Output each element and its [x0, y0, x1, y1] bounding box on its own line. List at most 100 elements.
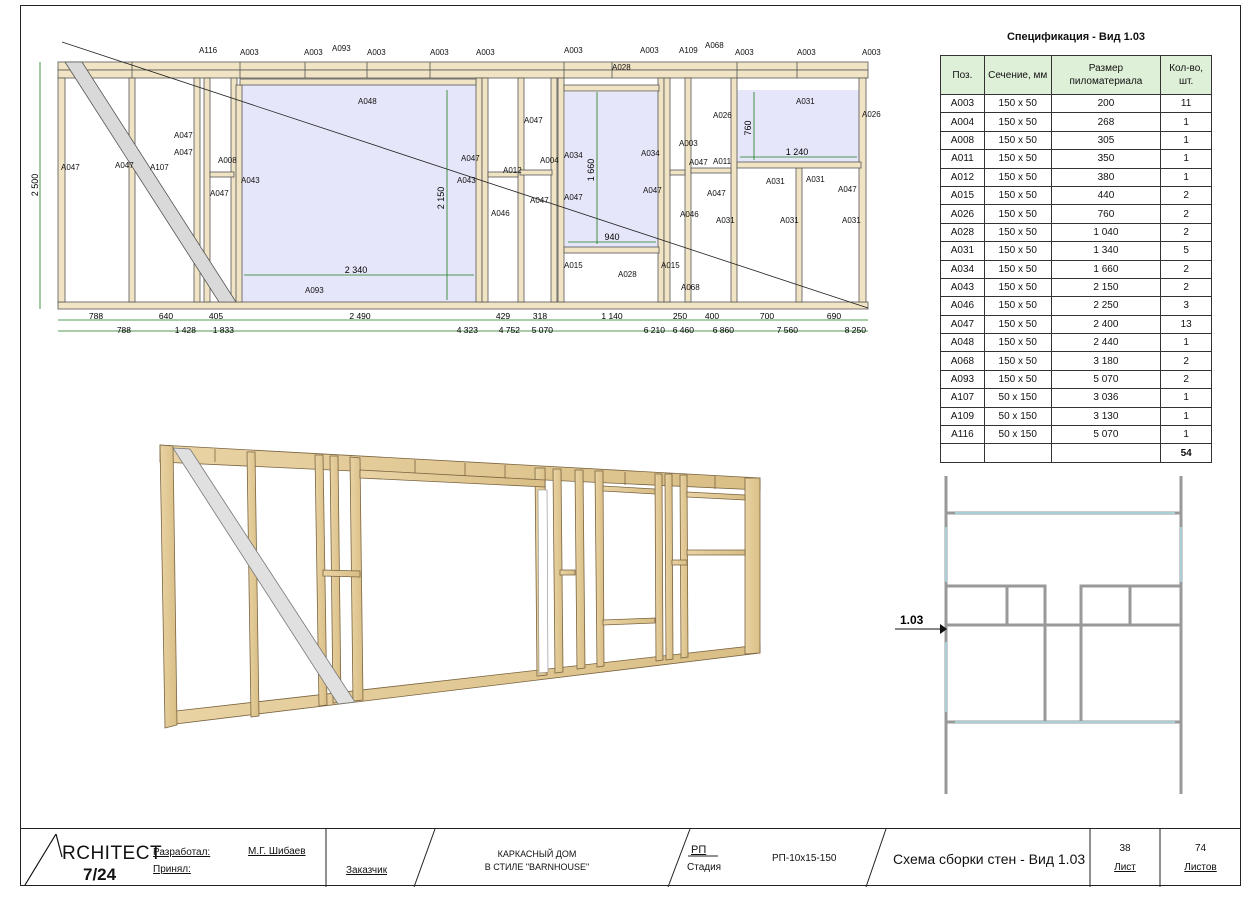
- spec-cell: 150 x 50: [983, 277, 1052, 298]
- dim-width-940: 940: [604, 232, 619, 242]
- spec-row: A109 50 x 150 3 130 1: [940, 406, 1212, 427]
- pos-label: A003: [240, 48, 259, 57]
- spec-row: A031 150 x 50 1 340 5: [940, 241, 1212, 261]
- dim-height-2150: 2 150: [436, 187, 446, 210]
- spec-cell: 1: [1160, 167, 1212, 187]
- spec-cell: 150 x 50: [983, 204, 1052, 224]
- pos-label: A047: [689, 158, 708, 167]
- pos-label: A048: [358, 97, 377, 106]
- pos-label: A011: [713, 157, 732, 166]
- pos-label: A047: [838, 185, 857, 194]
- spec-total-row: 54: [940, 443, 1212, 463]
- spec-row: A107 50 x 150 3 036 1: [940, 388, 1212, 408]
- pos-label: A004: [540, 156, 559, 165]
- pos-label: A116: [199, 46, 218, 55]
- seg-dim: 250: [673, 311, 687, 321]
- spec-cell: A008: [940, 130, 985, 151]
- pos-label: A031: [842, 216, 861, 225]
- pos-label: A047: [174, 148, 193, 157]
- spec-cell: A068: [940, 351, 985, 371]
- spec-cell: A015: [940, 185, 985, 206]
- spec-cell: A109: [940, 406, 985, 427]
- spec-cell: 268: [1050, 112, 1162, 132]
- seg-dim: 788: [89, 311, 103, 321]
- seg-dim: 1 140: [601, 311, 623, 321]
- spec-row: A015 150 x 50 440 2: [940, 185, 1212, 206]
- pos-label: A003: [735, 48, 754, 57]
- spec-cell: A011: [940, 149, 985, 169]
- spec-row: A048 150 x 50 2 440 1: [940, 333, 1212, 353]
- pos-label: A068: [681, 283, 700, 292]
- spec-cell: A003: [940, 93, 985, 114]
- spec-cell: A043: [940, 277, 985, 298]
- pos-label: A012: [503, 166, 522, 175]
- spec-total: 54: [1160, 443, 1212, 463]
- spec-cell: A047: [940, 314, 985, 335]
- pos-label: A047: [707, 189, 726, 198]
- cum-dim: 4 323: [457, 325, 479, 335]
- pos-label: A043: [457, 176, 476, 185]
- pos-label: A093: [305, 286, 324, 295]
- pos-label: A107: [150, 163, 169, 172]
- spec-cell: A026: [940, 204, 985, 224]
- pos-label: A068: [705, 41, 724, 50]
- spec-row: A028 150 x 50 1 040 2: [940, 222, 1212, 243]
- pos-label: A026: [713, 111, 732, 120]
- pos-label: A003: [430, 48, 449, 57]
- project-line1: КАРКАСНЫЙ ДОМ: [497, 849, 577, 859]
- spec-cell-empty: [940, 443, 985, 463]
- pos-label: A003: [564, 46, 583, 55]
- cum-dim: 6 210: [644, 325, 666, 335]
- pos-label: A031: [806, 175, 825, 184]
- spec-row: A004 150 x 50 268 1: [940, 112, 1212, 132]
- spec-row: A043 150 x 50 2 150 2: [940, 277, 1212, 298]
- pos-label: A047: [174, 131, 193, 140]
- dim-width-2340: 2 340: [345, 265, 368, 275]
- seg-dim: 690: [827, 311, 841, 321]
- spec-cell: 3 036: [1050, 388, 1162, 408]
- cum-dim: 7 560: [777, 325, 799, 335]
- dim-height-2500: 2 500: [30, 174, 40, 197]
- sheet-label: Лист: [1114, 862, 1136, 873]
- spec-cell: 150 x 50: [983, 259, 1052, 279]
- spec-header-section: Сечение, мм: [983, 55, 1052, 95]
- spec-cell: 2: [1160, 369, 1212, 390]
- spec-cell: 1: [1160, 425, 1212, 445]
- spec-cell: 5: [1160, 241, 1212, 261]
- spec-cell: 150 x 50: [983, 222, 1052, 243]
- spec-table: Поз. Сечение, мм Размер пиломатериала Ко…: [940, 55, 1212, 463]
- pos-label: A015: [564, 261, 583, 270]
- spec-cell: 13: [1160, 314, 1212, 335]
- spec-cell: 150 x 50: [983, 185, 1052, 206]
- spec-cell: 2: [1160, 222, 1212, 243]
- dim-height-1660: 1 660: [586, 159, 596, 182]
- pos-label: A028: [618, 270, 637, 279]
- wall-elevation: 2 500 2 150 1 660 760 2 340 940 1 240 78…: [30, 41, 881, 335]
- spec-row: A093 150 x 50 5 070 2: [940, 369, 1212, 390]
- pos-label: A047: [530, 196, 549, 205]
- spec-cell: 50 x 150: [983, 425, 1052, 445]
- spec-row: A003 150 x 50 200 11: [940, 93, 1212, 114]
- sheet-title: Схема сборки стен - Вид 1.03: [893, 851, 1086, 867]
- pos-label: A031: [716, 216, 735, 225]
- pos-label: A031: [780, 216, 799, 225]
- spec-cell: 2 150: [1050, 277, 1162, 298]
- spec-cell: 3 130: [1050, 406, 1162, 427]
- accepted-label: Принял:: [153, 864, 191, 875]
- pos-label: A015: [661, 261, 680, 270]
- spec-cell: 2: [1160, 277, 1212, 298]
- spec-cell: 760: [1050, 204, 1162, 224]
- stage-label: Стадия: [687, 862, 722, 873]
- title-block: RCHITECT 7/24 Разработал: М.Г. Шибаев Пр…: [20, 828, 1241, 887]
- pos-label: A026: [862, 110, 881, 119]
- spec-cell: 3 180: [1050, 351, 1162, 371]
- spec-cell: 2 250: [1050, 296, 1162, 316]
- project-line2: В СТИЛЕ "BARNHOUSE": [484, 862, 590, 872]
- spec-cell: 1: [1160, 112, 1212, 132]
- spec-cell: 50 x 150: [983, 406, 1052, 427]
- pos-label: A047: [461, 154, 480, 163]
- pos-label: A003: [476, 48, 495, 57]
- spec-cell: 150 x 50: [983, 296, 1052, 316]
- spec-cell: A048: [940, 333, 985, 353]
- spec-cell: A028: [940, 222, 985, 243]
